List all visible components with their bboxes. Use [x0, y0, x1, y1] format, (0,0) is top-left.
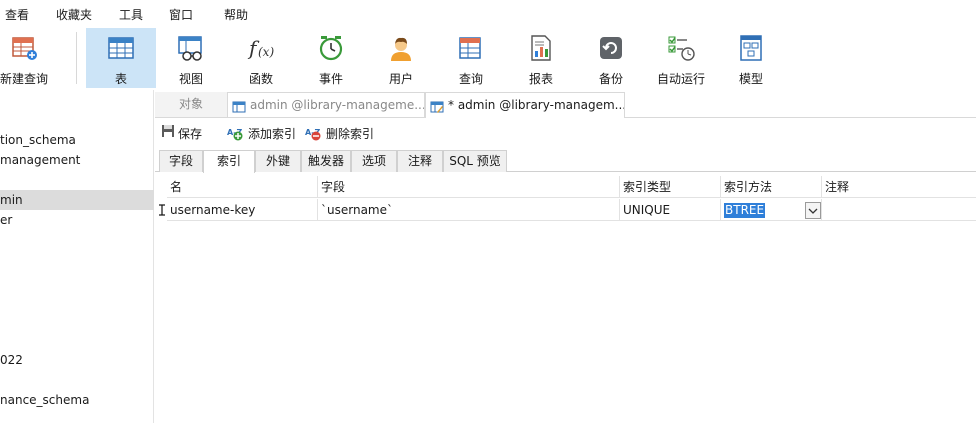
new-query-icon — [10, 34, 38, 62]
tree-item[interactable]: management — [0, 150, 154, 170]
menu-view[interactable]: 查看 — [5, 6, 29, 23]
tool-user-label: 用户 — [388, 72, 413, 86]
tab-foreign-keys[interactable]: 外键 — [255, 150, 301, 172]
menu-bar: 查看 收藏夹 工具 窗口 帮助 — [0, 0, 976, 26]
event-icon — [317, 34, 345, 62]
tree-item[interactable]: 022 — [0, 350, 154, 370]
tool-model-label: 模型 — [738, 72, 763, 86]
column-header-index-method[interactable]: 索引方法 — [721, 176, 822, 198]
cell-index-type[interactable]: UNIQUE — [620, 199, 721, 221]
delete-index-label: 删除索引 — [326, 127, 375, 141]
column-header-field[interactable]: 字段 — [318, 176, 620, 198]
new-query-label: 新建查询 — [0, 72, 49, 86]
query-icon — [457, 34, 485, 62]
model-icon — [737, 34, 765, 62]
menu-tools[interactable]: 工具 — [119, 6, 143, 23]
user-icon — [387, 34, 415, 62]
tool-backup-label: 备份 — [598, 72, 623, 86]
table-edit-icon — [430, 98, 444, 113]
tab-table-design-1[interactable]: admin @library-manageme... — [227, 92, 425, 117]
tool-function[interactable]: f (x) 函数 — [226, 28, 296, 88]
document-tabs: 对象 admin @library-manageme... * admin @l… — [155, 90, 976, 119]
tool-query[interactable]: 查询 — [436, 28, 506, 88]
menu-favorites[interactable]: 收藏夹 — [56, 6, 92, 23]
connection-tree: tion_schema management min er 022 nance_… — [0, 90, 154, 423]
tool-schedule-label: 自动运行 — [656, 72, 705, 86]
column-header-name[interactable]: 名 — [167, 176, 318, 198]
editor-toolbar: 保存 A-Z 添加索引 A-Z 删除索引 — [155, 118, 976, 148]
menu-window[interactable]: 窗口 — [169, 6, 193, 23]
tab-sql-preview[interactable]: SQL 预览 — [443, 150, 507, 172]
tab-title: * admin @library-managem... — [448, 98, 625, 112]
text-cursor-icon — [158, 204, 166, 216]
add-index-label: 添加索引 — [248, 127, 297, 141]
tool-report-label: 报表 — [528, 72, 553, 86]
save-button[interactable]: 保存 — [161, 125, 202, 143]
save-label: 保存 — [178, 127, 203, 141]
table-icon — [107, 34, 135, 62]
tool-query-label: 查询 — [458, 72, 483, 86]
menu-help[interactable]: 帮助 — [224, 6, 248, 23]
tool-report[interactable]: 报表 — [506, 28, 576, 88]
tool-user[interactable]: 用户 — [366, 28, 436, 88]
tab-indexes[interactable]: 索引 — [203, 150, 255, 173]
tab-table-design-2[interactable]: * admin @library-managem... — [425, 92, 625, 119]
tool-view[interactable]: 视图 — [156, 28, 226, 88]
tab-objects[interactable]: 对象 — [155, 92, 227, 117]
tree-item-selected[interactable]: min — [0, 190, 154, 210]
tool-table[interactable]: 表 — [86, 28, 156, 88]
tab-comments[interactable]: 注释 — [397, 150, 443, 172]
index-method-value[interactable]: BTREE — [724, 203, 766, 218]
delete-index-button[interactable]: A-Z 删除索引 — [305, 125, 374, 143]
tab-triggers[interactable]: 触发器 — [301, 150, 351, 172]
schedule-icon — [667, 34, 695, 62]
tool-event[interactable]: 事件 — [296, 28, 366, 88]
toolbar-divider — [76, 32, 77, 84]
tree-item[interactable]: tion_schema — [0, 130, 154, 150]
tree-item[interactable]: nance_schema — [0, 390, 154, 410]
save-icon — [161, 124, 175, 143]
tool-function-label: 函数 — [248, 72, 273, 86]
tool-schedule[interactable]: 自动运行 — [646, 28, 716, 88]
function-icon: f (x) — [247, 34, 275, 62]
main-toolbar: 新建查询 表 视图 f (x) 函数 事件 用户 查询 报表 备份 自动运行 模… — [0, 26, 976, 90]
column-header-comment[interactable]: 注释 — [822, 176, 976, 198]
tool-backup[interactable]: 备份 — [576, 28, 646, 88]
report-icon — [527, 34, 555, 62]
cell-index-field[interactable]: `username` — [318, 199, 620, 221]
tab-options[interactable]: 选项 — [351, 150, 397, 172]
tool-model[interactable]: 模型 — [716, 28, 786, 88]
backup-icon — [597, 34, 625, 62]
tool-table-label: 表 — [114, 72, 127, 86]
cell-index-comment[interactable] — [822, 199, 976, 221]
new-query-button[interactable]: 新建查询 — [0, 28, 64, 88]
tab-title: admin @library-manageme... — [250, 98, 425, 112]
tool-view-label: 视图 — [178, 72, 203, 86]
view-icon — [177, 34, 205, 62]
index-grid: 名 字段 索引类型 索引方法 注释 username-key `username… — [155, 176, 976, 423]
add-index-icon: A-Z — [227, 126, 245, 142]
column-header-index-type[interactable]: 索引类型 — [620, 176, 721, 198]
delete-index-icon: A-Z — [305, 126, 323, 142]
cell-index-name[interactable]: username-key — [167, 199, 318, 221]
add-index-button[interactable]: A-Z 添加索引 — [227, 125, 296, 143]
chevron-down-icon — [808, 208, 818, 214]
tree-item[interactable]: er — [0, 210, 154, 230]
design-subtabs: 字段 索引 外键 触发器 选项 注释 SQL 预览 — [155, 148, 976, 173]
tool-event-label: 事件 — [318, 72, 343, 86]
tab-fields[interactable]: 字段 — [159, 150, 203, 172]
table-icon — [232, 98, 246, 112]
index-method-dropdown[interactable] — [805, 202, 821, 219]
svg-text:(x): (x) — [258, 45, 274, 59]
